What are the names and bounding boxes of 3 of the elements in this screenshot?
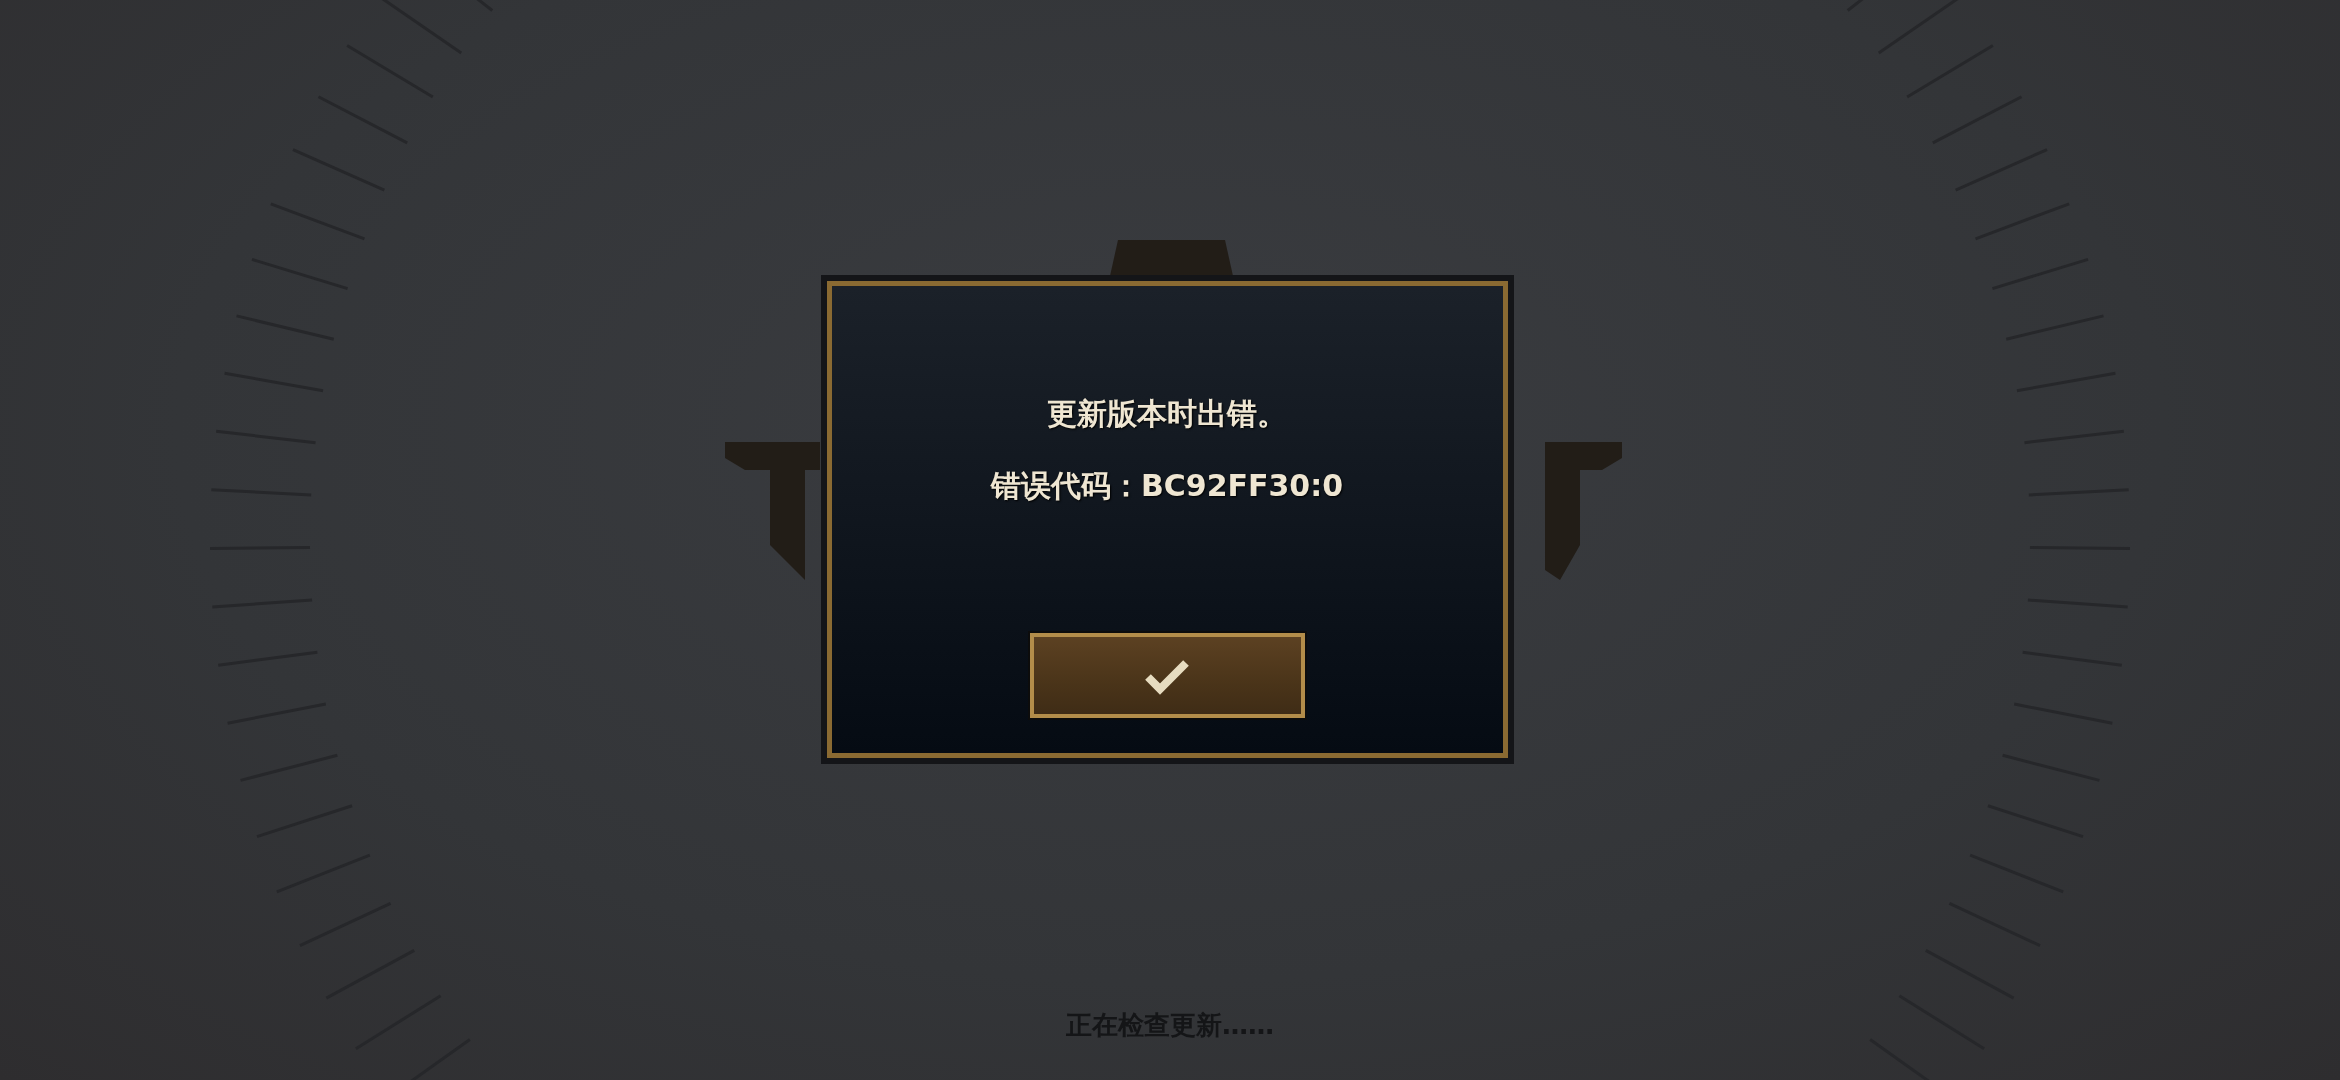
- confirm-button[interactable]: [1029, 633, 1305, 718]
- error-code: 错误代码：BC92FF30:0: [990, 467, 1344, 505]
- error-message: 更新版本时出错。: [1047, 395, 1287, 433]
